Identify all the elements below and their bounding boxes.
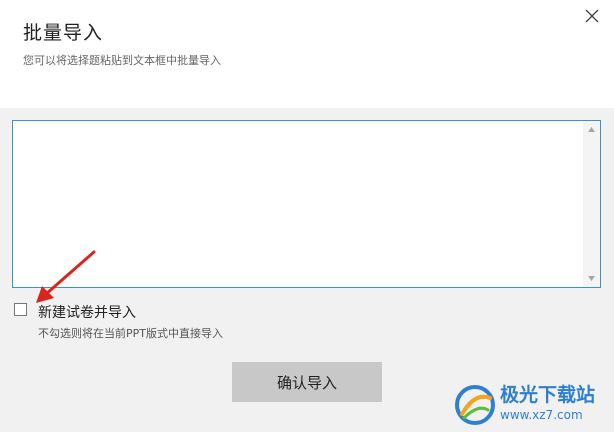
vertical-scrollbar[interactable]	[583, 121, 600, 287]
chevron-down-icon	[588, 276, 595, 281]
dialog-subtitle: 您可以将选择题粘贴到文本框中批量导入	[23, 54, 221, 67]
dialog-title: 批量导入	[23, 22, 104, 44]
new-paper-hint: 不勾选则将在当前PPT版式中直接导入	[38, 327, 223, 340]
chevron-up-icon	[588, 127, 595, 132]
batch-import-dialog: 批量导入 您可以将选择题粘贴到文本框中批量导入 新建试卷并导入 不勾选则将在当前…	[0, 0, 614, 432]
scroll-up-button[interactable]	[583, 121, 600, 138]
new-paper-checkbox[interactable]	[14, 303, 27, 316]
watermark-url: www.xz7.com	[500, 408, 583, 422]
watermark: 极光下载站 www.xz7.com	[454, 380, 614, 432]
close-button[interactable]	[578, 2, 606, 30]
aurora-logo-icon	[455, 385, 495, 425]
watermark-name: 极光下载站	[500, 384, 596, 406]
dialog-header: 批量导入 您可以将选择题粘贴到文本框中批量导入	[0, 0, 614, 92]
red-arrow-icon	[36, 250, 96, 303]
confirm-import-button[interactable]: 确认导入	[232, 362, 382, 402]
close-icon	[585, 9, 599, 23]
scroll-down-button[interactable]	[583, 270, 600, 287]
